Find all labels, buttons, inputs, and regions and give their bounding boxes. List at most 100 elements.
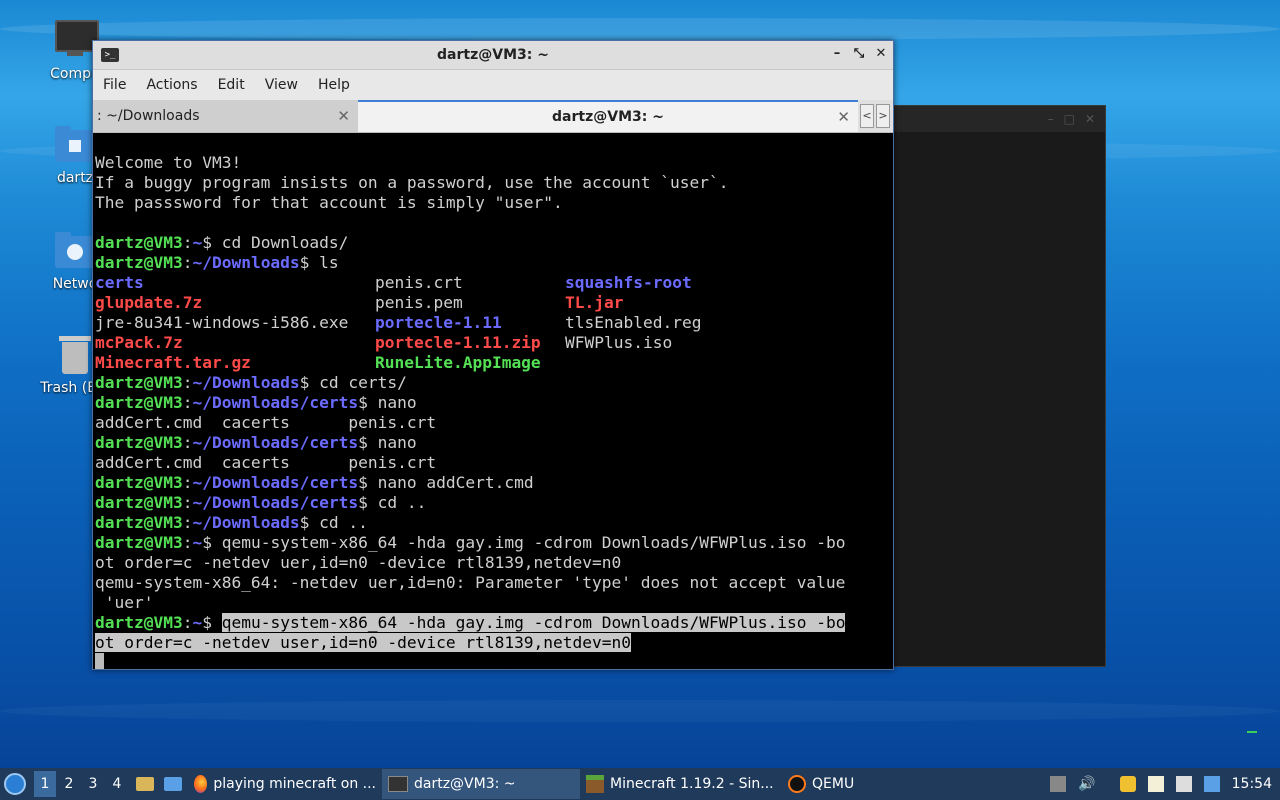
terminal-line: qemu-system-x86_64: -netdev uer,id=n0: P…	[95, 573, 846, 592]
task-qemu[interactable]: QEMU	[782, 769, 914, 799]
command-text: cd certs/	[309, 373, 407, 392]
command-text: cd ..	[367, 493, 427, 512]
maximize-button[interactable]: ⤡	[853, 46, 865, 61]
terminal-line: dartz@VM3:~/Downloads$ cd certs/	[95, 373, 407, 392]
show-desktop-icon[interactable]	[164, 777, 182, 791]
prompt-user: dartz@VM3	[95, 473, 183, 492]
terminal-line: dartz@VM3:~$ qemu-system-x86_64 -hda gay…	[95, 613, 846, 632]
ls-entry: certs	[95, 273, 144, 292]
clock[interactable]: 15:54	[1232, 776, 1272, 792]
trash-icon	[53, 332, 97, 376]
prompt-path: certs	[309, 393, 359, 412]
ls-row: Minecraft.tar.gz RuneLite.AppImage	[95, 353, 893, 373]
workspace-2[interactable]: 2	[58, 776, 80, 792]
command-text: nano	[367, 433, 417, 452]
network-icon[interactable]	[1175, 776, 1192, 792]
minimize-icon[interactable]: –	[1048, 112, 1054, 126]
taskbar: 1 2 3 4 playing minecraft on ... dartz@V…	[0, 768, 1280, 800]
prompt-path: ~/Downloads/	[192, 473, 310, 492]
task-minecraft[interactable]: Minecraft 1.19.2 - Sin...	[580, 769, 782, 799]
prompt-user: dartz@VM3	[95, 533, 183, 552]
ls-entry: mcPack.7z	[95, 333, 183, 352]
prompt-user: dartz@VM3	[95, 433, 183, 452]
terminal-output[interactable]: Welcome to VM3! If a buggy program insist…	[95, 133, 893, 669]
clipboard-icon[interactable]	[1147, 776, 1164, 792]
terminal-line: addCert.cmd cacerts penis.crt	[95, 413, 437, 432]
tab-label: : ~/Downloads	[97, 108, 200, 124]
file-manager-icon[interactable]	[136, 777, 154, 791]
ls-entry: squashfs-root	[565, 273, 692, 292]
task-label: Minecraft 1.19.2 - Sin...	[610, 776, 774, 792]
maximize-icon[interactable]: □	[1064, 112, 1075, 126]
tab-scroll-right-button[interactable]: >	[876, 104, 890, 128]
prompt-path: certs	[309, 433, 359, 452]
prompt-path: ~	[192, 613, 203, 632]
close-tab-icon[interactable]: ✕	[837, 108, 850, 126]
ls-row: mcPack.7z portecle-1.11.zip WFWPlus.iso	[95, 333, 893, 353]
task-terminal[interactable]: dartz@VM3: ~	[382, 769, 580, 799]
menu-file[interactable]: File	[93, 77, 136, 93]
workspace-3[interactable]: 3	[82, 776, 104, 792]
ls-entry: penis.crt	[375, 273, 463, 292]
close-tab-icon[interactable]: ✕	[337, 107, 350, 125]
prompt-user: dartz@VM3	[95, 393, 183, 412]
background-window[interactable]: – □ ✕	[893, 105, 1106, 667]
terminal-line	[95, 653, 893, 669]
start-menu-button[interactable]	[0, 769, 32, 799]
terminal-line: dartz@VM3:~/Downloads/certs$ nano addCer…	[95, 473, 534, 492]
terminal-line: ot order=c -netdev uer,id=n0 -device rtl…	[95, 553, 622, 572]
minecraft-icon	[586, 775, 604, 793]
firefox-icon	[194, 775, 208, 793]
command-text: nano	[367, 393, 417, 412]
prompt-path: certs	[309, 493, 359, 512]
task-firefox[interactable]: playing minecraft on ...	[188, 769, 382, 799]
tab-bar: : ~/Downloads ✕ dartz@VM3: ~ ✕ < >	[93, 100, 893, 133]
terminal-icon: >_	[101, 48, 119, 62]
terminal-line: dartz@VM3:~/Downloads/certs$ nano	[95, 433, 417, 452]
window-titlebar[interactable]: >_ dartz@VM3: ~ – ⤡ ✕	[93, 41, 893, 70]
selected-command-text[interactable]: qemu-system-x86_64 -hda gay.img -cdrom D…	[221, 613, 846, 632]
prompt-user: dartz@VM3	[95, 373, 183, 392]
workspace-1[interactable]: 1	[34, 771, 56, 797]
menu-view[interactable]: View	[255, 77, 308, 93]
minimize-button[interactable]: –	[831, 46, 843, 61]
task-label: playing minecraft on ...	[213, 776, 376, 792]
updates-icon[interactable]	[1050, 776, 1067, 792]
terminal-window[interactable]: >_ dartz@VM3: ~ – ⤡ ✕ File Actions Edit …	[92, 40, 894, 670]
menu-actions[interactable]: Actions	[136, 77, 207, 93]
notification-icon[interactable]	[1203, 776, 1220, 792]
prompt-path: ~/Downloads/	[192, 433, 310, 452]
tab-downloads[interactable]: : ~/Downloads ✕	[93, 100, 358, 132]
terminal-line: dartz@VM3:~/Downloads/certs$ nano	[95, 393, 417, 412]
prompt-path: certs	[309, 473, 359, 492]
command-text: ls	[309, 253, 339, 272]
ls-row: jre-8u341-windows-i586.exe portecle-1.11 t…	[95, 313, 893, 333]
command-text: cd Downloads/	[211, 233, 349, 252]
network-folder-icon	[53, 228, 97, 272]
home-folder-icon	[53, 122, 97, 166]
ls-entry: jre-8u341-windows-i586.exe	[95, 313, 349, 332]
volume-icon[interactable]: 🔊	[1078, 776, 1095, 792]
lock-icon[interactable]	[1119, 776, 1136, 792]
ls-entry: Minecraft.tar.gz	[95, 353, 251, 372]
window-title: dartz@VM3: ~	[437, 47, 549, 63]
task-label: QEMU	[812, 776, 855, 792]
ls-row: glupdate.7z penis.pem TL.jar	[95, 293, 893, 313]
close-button[interactable]: ✕	[875, 46, 887, 61]
selected-command-text[interactable]: ot order=c -netdev user,id=n0 -device rt…	[95, 633, 632, 652]
prompt-path: ~/Downloads	[192, 253, 300, 272]
background-window-titlebar[interactable]: – □ ✕	[894, 106, 1105, 132]
menubar: File Actions Edit View Help	[93, 70, 893, 100]
terminal-line: If a buggy program insists on a password…	[95, 173, 729, 192]
wallpaper-wave	[0, 18, 1280, 40]
terminal-line: dartz@VM3:~/Downloads$ cd ..	[95, 513, 368, 532]
tab-scroll-left-button[interactable]: <	[860, 104, 874, 128]
terminal-line: dartz@VM3:~$ qemu-system-x86_64 -hda gay…	[95, 533, 846, 552]
menu-help[interactable]: Help	[308, 77, 360, 93]
ls-entry: penis.pem	[375, 293, 463, 312]
tab-home[interactable]: dartz@VM3: ~ ✕	[358, 100, 858, 132]
menu-edit[interactable]: Edit	[208, 77, 255, 93]
workspace-4[interactable]: 4	[106, 776, 128, 792]
close-icon[interactable]: ✕	[1085, 112, 1095, 126]
